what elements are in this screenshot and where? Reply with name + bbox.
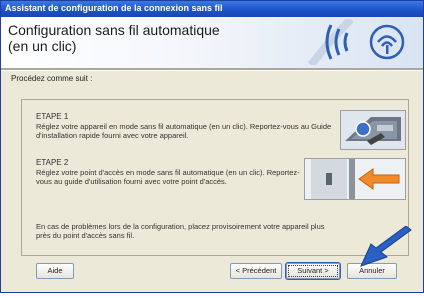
- step1-text: Réglez votre appareil en mode sans fil a…: [36, 122, 332, 140]
- access-point-button-icon: [304, 158, 406, 200]
- note-text: En cas de problèmes lors de la configura…: [36, 222, 325, 240]
- step2-text: Réglez votre point d'accès en mode sans …: [36, 168, 300, 186]
- blue-arrow-icon: [360, 226, 412, 267]
- window-title: Assistant de configuration de la connexi…: [5, 3, 223, 13]
- wireless-icon: [307, 19, 405, 65]
- step2-title: ETAPE 2: [36, 158, 69, 167]
- step1-title: ETAPE 1: [36, 112, 69, 121]
- next-button[interactable]: Suivant >: [286, 263, 340, 279]
- intro-text: Procédez comme suit :: [11, 74, 93, 83]
- help-button[interactable]: Aide: [36, 263, 74, 279]
- header-separator: [1, 68, 423, 71]
- wizard-header: Configuration sans fil automatique (en u…: [1, 17, 423, 68]
- title-bar: Assistant de configuration de la connexi…: [1, 1, 423, 17]
- wizard-window: Assistant de configuration de la connexi…: [0, 0, 424, 293]
- printer-panel-icon: [340, 110, 406, 150]
- back-button[interactable]: < Précédent: [230, 263, 282, 279]
- page-title: Configuration sans fil automatique (en u…: [8, 22, 220, 54]
